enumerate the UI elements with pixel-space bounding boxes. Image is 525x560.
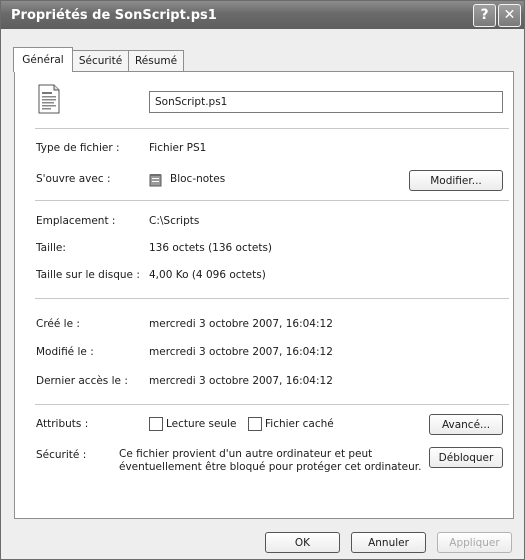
close-button[interactable]: ✕ bbox=[498, 4, 521, 27]
text-file-icon bbox=[38, 84, 60, 114]
location-label: Emplacement : bbox=[36, 215, 116, 227]
tab-summary[interactable]: Résumé bbox=[128, 50, 184, 71]
created-value: mercredi 3 octobre 2007, 16:04:12 bbox=[149, 318, 333, 330]
modified-value: mercredi 3 octobre 2007, 16:04:12 bbox=[149, 346, 333, 358]
security-message-line2: éventuellement être bloqué pour protéger… bbox=[119, 461, 422, 473]
disk-size-label: Taille sur le disque : bbox=[36, 269, 140, 281]
window-title: Propriétés de SonScript.ps1 bbox=[11, 8, 217, 23]
hidden-checkbox[interactable] bbox=[248, 417, 262, 431]
ok-button-label: OK bbox=[294, 537, 311, 549]
accessed-label: Dernier accès le : bbox=[36, 375, 128, 387]
filename-field[interactable]: SonScript.ps1 bbox=[149, 91, 503, 113]
separator bbox=[35, 298, 509, 299]
file-type-value: Fichier PS1 bbox=[149, 142, 207, 154]
created-label: Créé le : bbox=[36, 318, 80, 330]
help-icon: ? bbox=[480, 7, 489, 23]
size-value: 136 octets (136 octets) bbox=[149, 242, 273, 254]
cancel-button-label: Annuler bbox=[368, 537, 409, 549]
separator bbox=[35, 128, 509, 129]
attributes-label: Attributs : bbox=[36, 418, 89, 430]
modified-label: Modifié le : bbox=[36, 346, 94, 358]
tab-general[interactable]: Général bbox=[13, 47, 73, 72]
separator bbox=[35, 200, 509, 201]
close-icon: ✕ bbox=[503, 7, 516, 23]
ok-button[interactable]: OK bbox=[265, 532, 340, 553]
file-type-label: Type de fichier : bbox=[36, 142, 120, 154]
cancel-button[interactable]: Annuler bbox=[351, 532, 426, 553]
size-label: Taille: bbox=[36, 242, 66, 254]
notepad-icon bbox=[149, 174, 162, 187]
opens-with-value: Bloc-notes bbox=[170, 173, 226, 185]
modify-button-label: Modifier... bbox=[430, 175, 482, 187]
hidden-label: Fichier caché bbox=[265, 418, 334, 430]
readonly-label: Lecture seule bbox=[166, 418, 237, 430]
title-bar[interactable]: Propriétés de SonScript.ps1 ? ✕ bbox=[1, 1, 524, 29]
opens-with-label: S'ouvre avec : bbox=[36, 173, 111, 185]
tab-general-label: Général bbox=[22, 54, 64, 66]
advanced-button-label: Avancé... bbox=[441, 419, 491, 431]
unblock-button-label: Débloquer bbox=[438, 452, 494, 464]
separator bbox=[35, 404, 509, 405]
location-value: C:\Scripts bbox=[149, 215, 200, 227]
tab-security-label: Sécurité bbox=[78, 55, 123, 67]
help-button[interactable]: ? bbox=[473, 4, 496, 27]
readonly-checkbox[interactable] bbox=[149, 417, 163, 431]
advanced-button[interactable]: Avancé... bbox=[429, 414, 503, 435]
tab-security[interactable]: Sécurité bbox=[71, 50, 130, 71]
accessed-value: mercredi 3 octobre 2007, 16:04:12 bbox=[149, 375, 333, 387]
security-message-line1: Ce fichier provient d'un autre ordinateu… bbox=[119, 448, 373, 460]
disk-size-value: 4,00 Ko (4 096 octets) bbox=[149, 269, 266, 281]
tab-summary-label: Résumé bbox=[134, 55, 178, 67]
unblock-button[interactable]: Débloquer bbox=[429, 447, 503, 468]
apply-button[interactable]: Appliquer bbox=[437, 532, 512, 553]
apply-button-label: Appliquer bbox=[449, 537, 500, 549]
modify-button[interactable]: Modifier... bbox=[409, 170, 503, 191]
properties-dialog: Propriétés de SonScript.ps1 ? ✕ Général … bbox=[0, 0, 525, 560]
security-label: Sécurité : bbox=[36, 449, 87, 461]
general-tab-panel: SonScript.ps1 Type de fichier : Fichier … bbox=[14, 71, 514, 519]
